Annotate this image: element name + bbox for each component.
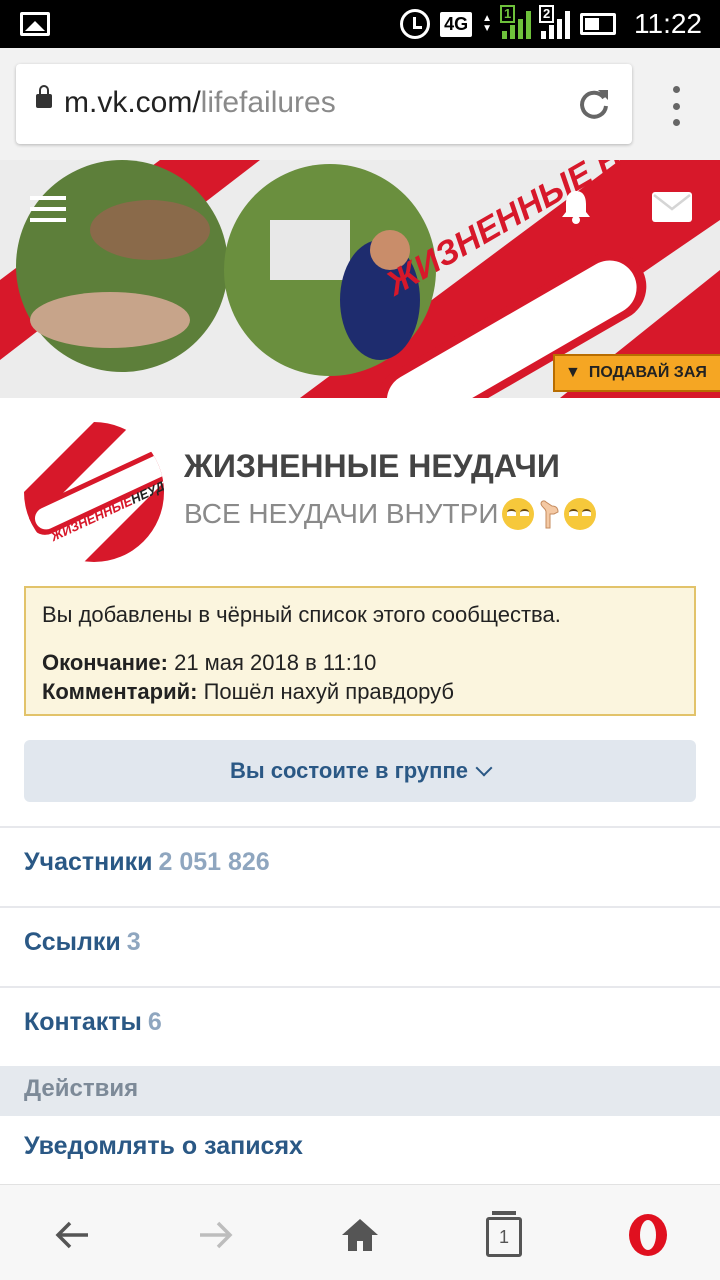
url-text[interactable]: m.vk.com/lifefailures <box>64 86 336 120</box>
blacklist-notice: Вы добавлены в чёрный список этого сообщ… <box>24 586 696 716</box>
lock-icon <box>36 85 52 108</box>
more-vert-icon[interactable] <box>664 86 688 126</box>
notify-posts-label: Уведомлять о записях <box>24 1132 303 1160</box>
signal-icon-sim1: 1 <box>500 5 531 39</box>
divider <box>0 826 720 828</box>
menu-icon[interactable] <box>30 196 66 222</box>
battery-icon <box>580 13 616 35</box>
actions-heading: Действия <box>24 1075 139 1102</box>
url-path: lifefailures <box>200 86 336 119</box>
notice-comment-row: Комментарий: Пошёл нахуй правдоруб <box>42 677 678 706</box>
home-icon[interactable] <box>338 1213 382 1257</box>
notice-end-label: Окончание: <box>42 650 168 675</box>
data-activity-icon: ▲ ▼ <box>482 13 492 34</box>
sim2-label: 2 <box>539 5 555 23</box>
sim1-label: 1 <box>500 5 516 23</box>
contacts-count: 6 <box>147 1008 162 1036</box>
group-name: ЖИЗНЕННЫЕ НЕУДАЧИ <box>184 448 560 484</box>
group-cover: ЖИЗНЕННЫЕ НЕУДАЧИ ▼ ПОДАВАЙ ЗАЯ <box>0 160 720 398</box>
membership-button-label: Вы состоите в группе <box>230 758 468 783</box>
contacts-label: Контакты <box>24 1008 142 1036</box>
triangle-down-icon: ▼ <box>565 364 581 381</box>
members-label: Участники <box>24 848 153 876</box>
chevron-down-icon <box>475 759 493 777</box>
divider <box>0 986 720 988</box>
links-link[interactable]: Ссылки 3 <box>24 928 141 957</box>
reload-icon[interactable] <box>576 86 612 122</box>
gallery-icon <box>20 12 50 36</box>
contacts-link[interactable]: Контакты 6 <box>24 1008 162 1037</box>
smirk-emoji-icon-2 <box>564 498 597 530</box>
url-host: m.vk.com/ <box>64 86 201 119</box>
notice-end-row: Окончание: 21 мая 2018 в 11:10 <box>42 648 678 677</box>
bell-icon[interactable] <box>560 188 592 224</box>
smirk-emoji-icon <box>502 498 535 530</box>
tabs-button[interactable]: 1 <box>482 1211 526 1257</box>
network-type: 4G <box>440 11 473 37</box>
group-status-text: ВСЕ НЕУДАЧИ ВНУТРИ <box>184 498 499 529</box>
divider <box>0 906 720 908</box>
links-count: 3 <box>126 928 141 956</box>
members-link[interactable]: Участники 2 051 826 <box>24 848 270 877</box>
notify-posts-link[interactable]: Уведомлять о записях <box>24 1132 303 1161</box>
notice-comment-label: Комментарий: <box>42 679 198 704</box>
cover-cta-button[interactable]: ▼ ПОДАВАЙ ЗАЯ <box>553 354 720 392</box>
membership-button[interactable]: Вы состоите в группе <box>24 740 696 802</box>
cover-cta-label: ПОДАВАЙ ЗАЯ <box>588 364 707 381</box>
forward-arrow-icon[interactable] <box>194 1213 238 1257</box>
tabs-count: 1 <box>498 1226 509 1247</box>
envelope-icon[interactable] <box>652 192 692 222</box>
opera-icon[interactable] <box>626 1213 670 1257</box>
group-avatar[interactable]: ЖИЗНЕННЫЕНЕУДАЧИ <box>24 422 164 562</box>
browser-bottom-nav: 1 <box>0 1184 720 1280</box>
pointing-down-emoji-icon <box>540 500 559 529</box>
actions-section-header: Действия <box>0 1066 720 1116</box>
status-bar-indicators: 4G ▲ ▼ 1 2 11:22 <box>400 0 702 48</box>
links-label: Ссылки <box>24 928 121 956</box>
address-bar[interactable]: m.vk.com/lifefailures <box>16 64 632 144</box>
notice-comment-value: Пошёл нахуй правдоруб <box>203 679 455 704</box>
tabs-icon: 1 <box>486 1217 522 1257</box>
back-arrow-icon[interactable] <box>50 1213 94 1257</box>
browser-toolbar: m.vk.com/lifefailures <box>0 48 720 160</box>
notice-end-value: 21 мая 2018 в 11:10 <box>174 650 377 675</box>
group-status: ВСЕ НЕУДАЧИ ВНУТРИ <box>184 498 597 530</box>
status-bar: 4G ▲ ▼ 1 2 11:22 <box>0 0 720 48</box>
members-count: 2 051 826 <box>158 848 270 876</box>
clock: 11:22 <box>634 8 702 39</box>
alarm-icon <box>400 9 431 39</box>
signal-icon-sim2: 2 <box>539 5 570 39</box>
notice-message: Вы добавлены в чёрный список этого сообщ… <box>42 602 561 627</box>
